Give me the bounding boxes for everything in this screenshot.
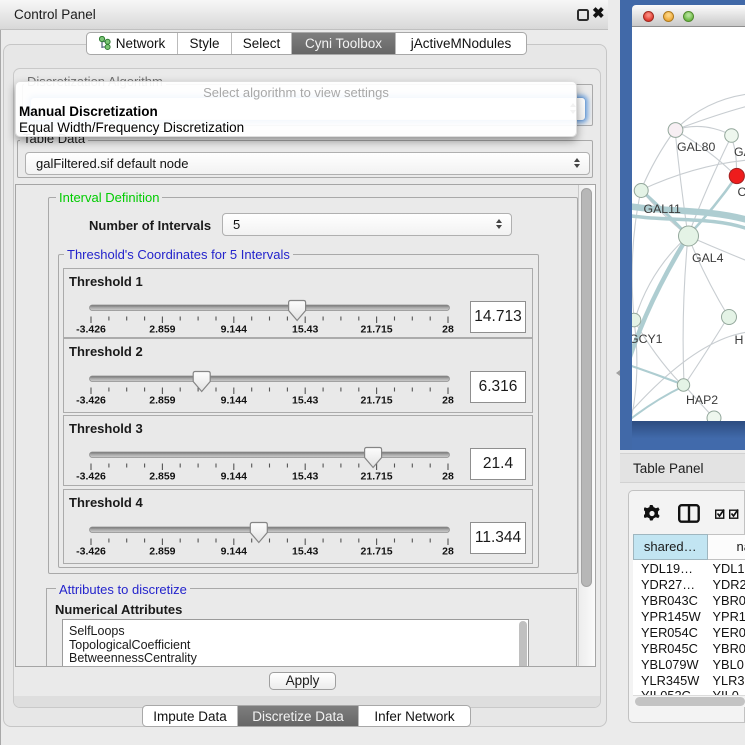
svg-text:2.859: 2.859: [149, 471, 175, 483]
svg-text:GAL80: GAL80: [677, 140, 715, 154]
svg-text:H: H: [735, 333, 744, 347]
svg-text:-3.426: -3.426: [76, 471, 106, 483]
svg-text:21.715: 21.715: [361, 324, 393, 336]
svg-text:21.715: 21.715: [361, 394, 393, 406]
svg-text:-3.426: -3.426: [76, 324, 106, 336]
svg-text:28: 28: [442, 545, 454, 557]
svg-text:9.144: 9.144: [221, 394, 247, 406]
svg-text:15.43: 15.43: [292, 394, 318, 406]
svg-text:9.144: 9.144: [221, 545, 247, 557]
svg-text:2.859: 2.859: [149, 394, 175, 406]
svg-text:15.43: 15.43: [292, 324, 318, 336]
svg-text:GAL4: GAL4: [692, 251, 724, 265]
svg-text:28: 28: [442, 471, 454, 483]
svg-text:GAL11: GAL11: [644, 202, 682, 216]
svg-text:21.715: 21.715: [361, 471, 393, 483]
svg-text:GCY1: GCY1: [632, 332, 663, 346]
svg-text:GA: GA: [734, 145, 745, 159]
svg-text:-3.426: -3.426: [76, 394, 106, 406]
svg-text:15.43: 15.43: [292, 471, 318, 483]
svg-text:21.715: 21.715: [361, 545, 393, 557]
svg-text:2.859: 2.859: [149, 324, 175, 336]
svg-text:28: 28: [442, 394, 454, 406]
svg-text:HAP2: HAP2: [686, 393, 718, 407]
svg-text:C: C: [738, 185, 745, 199]
svg-text:15.43: 15.43: [292, 545, 318, 557]
svg-text:9.144: 9.144: [221, 324, 247, 336]
svg-text:9.144: 9.144: [221, 471, 247, 483]
svg-text:-3.426: -3.426: [76, 545, 106, 557]
svg-text:28: 28: [442, 324, 454, 336]
svg-text:2.859: 2.859: [149, 545, 175, 557]
